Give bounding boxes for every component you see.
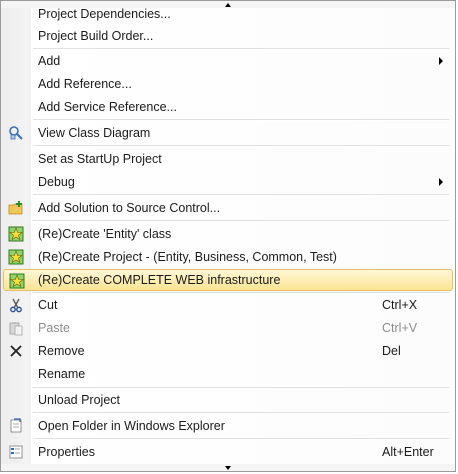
menu-item-properties[interactable]: Properties Alt+Enter [3,441,453,463]
menu-item-add-service-reference[interactable]: Add Service Reference... [3,96,453,118]
star-chart-icon [9,273,25,289]
menu-item-label: Add Reference... [38,77,132,91]
menu-item-add-solution-to-source-control[interactable]: Add Solution to Source Control... [3,197,453,219]
menu-item-label: Add [38,54,61,68]
submenu-arrow-icon [439,57,443,65]
menu-item-label: Cut [38,298,58,312]
menu-item-label: Add Service Reference... [38,100,177,114]
menu-item-label: Rename [38,367,86,381]
menu-item-label: Open Folder in Windows Explorer [38,419,225,433]
menu-separator [33,412,449,414]
menu-item-rename[interactable]: Rename [3,363,453,385]
menu-separator [33,194,449,196]
scroll-down-button[interactable] [1,464,455,471]
scissors-icon [10,298,22,313]
menu-separator [33,119,449,121]
menu-item-label: (Re)Create 'Entity' class [38,227,172,241]
menu-item-label: (Re)Create Project - (Entity, Business, … [38,250,337,264]
menu-item-remove[interactable]: Remove Del [3,340,453,362]
menu-item-label: Paste [38,321,70,335]
menu-item-label: View Class Diagram [38,126,151,140]
menu-item-open-folder-in-windows-explorer[interactable]: Open Folder in Windows Explorer [3,415,453,437]
menu-item-label: Add Solution to Source Control... [38,201,221,215]
menu-separator [33,438,449,440]
paste-icon [9,322,23,336]
menu-item-cut[interactable]: Cut Ctrl+X [3,294,453,316]
star-chart-icon [8,226,24,242]
submenu-arrow-icon [439,178,443,186]
close-icon [10,345,22,357]
menu-item-label: Unload Project [38,393,120,407]
menu-item-recreate-complete-web-infrastructure[interactable]: (Re)Create COMPLETE WEB infrastructure [3,269,453,291]
menu-item-unload-project[interactable]: Unload Project [3,389,453,411]
properties-icon [9,445,23,459]
menu-separator [33,220,449,222]
menu-item-label: (Re)Create COMPLETE WEB infrastructure [38,273,281,287]
menu-item-label: Project Dependencies... [38,7,171,21]
context-menu: Project Dependencies... Project Build Or… [0,0,456,472]
menu-item-shortcut: Del [382,344,401,358]
menu-item-set-startup-project[interactable]: Set as StartUp Project [3,148,453,170]
menu-item-label: Debug [38,175,75,189]
menu-item-shortcut: Ctrl+X [382,298,418,312]
menu-item-view-class-diagram[interactable]: View Class Diagram [3,122,453,144]
menu-item-label: Project Build Order... [38,29,154,43]
menu-item-paste[interactable]: Paste Ctrl+V [3,317,453,339]
menu-item-shortcut: Ctrl+V [382,321,418,335]
menu-item-project-build-order[interactable]: Project Build Order... [3,25,453,47]
class-diagram-icon [9,126,23,140]
arrow-down-icon [225,465,231,470]
menu-item-label: Set as StartUp Project [38,152,162,166]
menu-item-label: Properties [38,445,95,459]
open-folder-icon [10,418,22,433]
menu-item-project-dependencies[interactable]: Project Dependencies... [3,3,453,25]
folder-add-icon [8,201,23,215]
menu-separator [33,145,449,147]
menu-item-label: Remove [38,344,85,358]
star-chart-icon [8,249,24,265]
menu-item-shortcut: Alt+Enter [382,445,434,459]
menu-item-debug[interactable]: Debug [3,171,453,193]
menu-item-add-reference[interactable]: Add Reference... [3,73,453,95]
menu-item-recreate-project[interactable]: (Re)Create Project - (Entity, Business, … [3,246,453,268]
menu-item-add[interactable]: Add [3,50,453,72]
menu-item-recreate-entity-class[interactable]: (Re)Create 'Entity' class [3,223,453,245]
